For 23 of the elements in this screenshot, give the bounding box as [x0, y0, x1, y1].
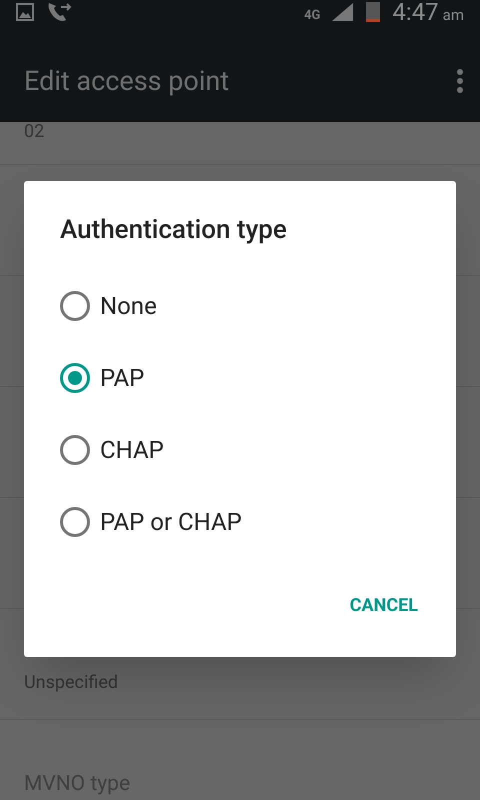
battery-icon — [366, 2, 380, 22]
dialog-title: Authentication type — [60, 214, 288, 247]
network-label: 4G — [304, 7, 320, 26]
signal-icon — [332, 3, 354, 21]
radio-option[interactable]: PAP or CHAP — [60, 486, 420, 558]
radio-option[interactable]: CHAP — [60, 414, 420, 486]
radio-label: PAP or CHAP — [100, 507, 242, 538]
radio-button[interactable] — [60, 363, 90, 393]
radio-label: PAP — [100, 363, 144, 394]
radio-label: CHAP — [100, 435, 164, 466]
clock-suffix: am — [442, 5, 464, 26]
radio-option[interactable]: PAP — [60, 342, 420, 414]
radio-button[interactable] — [60, 291, 90, 321]
radio-label: None — [100, 291, 157, 322]
phone-icon — [46, 1, 72, 23]
radio-button[interactable] — [60, 507, 90, 537]
radio-option[interactable]: None — [60, 270, 420, 342]
radio-button[interactable] — [60, 435, 90, 465]
image-icon — [16, 3, 34, 21]
app-bar-title: Edit access point — [24, 64, 230, 99]
more-options-icon[interactable] — [456, 68, 464, 94]
clock-time: 4:47 — [392, 0, 439, 28]
cancel-button[interactable]: CANCEL — [342, 584, 426, 627]
